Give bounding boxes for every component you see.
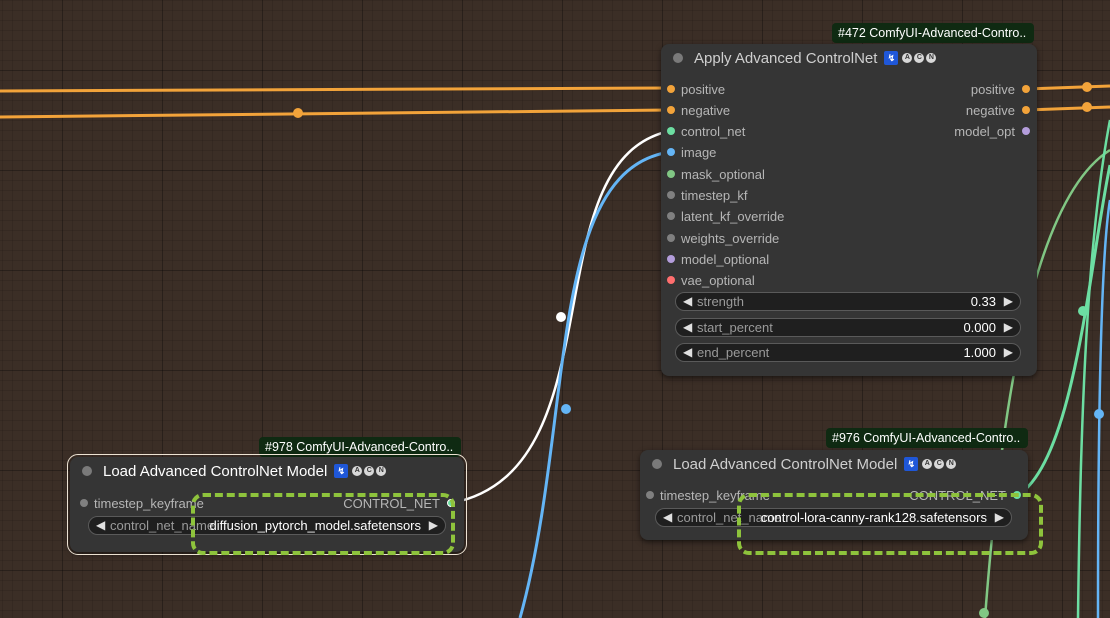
wire-image-in[interactable]	[518, 150, 671, 618]
badge-n-icon: N	[376, 466, 387, 476]
wire-negative-in[interactable]	[0, 108, 671, 119]
input-slot-negative-dot[interactable]	[667, 106, 675, 114]
wire-midpoint[interactable]	[1094, 409, 1104, 419]
wire-positive-out[interactable]	[1025, 84, 1110, 91]
input-slot-vae-optional-dot[interactable]	[667, 276, 675, 284]
input-slot-positive: positive	[681, 82, 726, 97]
previous-arrow-icon[interactable]: ◀	[663, 510, 672, 524]
node-976-title: Load Advanced ControlNet Model	[673, 455, 898, 473]
wire-negative-out[interactable]	[1025, 105, 1110, 112]
strength-label: strength	[697, 294, 744, 309]
highlight-annotation-978	[191, 493, 455, 555]
input-slot-image: image	[681, 145, 717, 160]
badge-a-icon: A	[902, 53, 913, 63]
output-slot-negative-dot[interactable]	[1022, 106, 1030, 114]
badge-c-icon: C	[364, 466, 375, 476]
wire-midpoint[interactable]	[1078, 306, 1088, 316]
badge-a-icon: A	[922, 459, 933, 469]
strength-value: 0.33	[970, 294, 996, 309]
input-slot-negative: negative	[681, 103, 731, 118]
input-slot-latent-kf-override-dot[interactable]	[667, 212, 675, 220]
node-976-header[interactable]: Load Advanced ControlNet Model ↯ A C N	[640, 450, 1028, 478]
wire-midpoint[interactable]	[1082, 102, 1092, 112]
input-slot-model-optional: model_optional	[681, 252, 770, 267]
output-slot-positive-dot[interactable]	[1022, 85, 1030, 93]
collapse-dot-icon[interactable]	[652, 459, 662, 469]
badge-n-icon: N	[926, 53, 937, 63]
badge-a-icon: A	[352, 466, 363, 476]
start-percent-widget[interactable]: ◀ start_percent 0.000 ▶	[675, 318, 1021, 337]
wire-midpoint[interactable]	[1082, 82, 1092, 92]
node-472-header[interactable]: Apply Advanced ControlNet ↯ A C N	[661, 44, 1037, 72]
increment-arrow-icon[interactable]: ▶	[1004, 320, 1013, 334]
start-percent-label: start_percent	[697, 320, 773, 335]
input-slot-control-net-dot[interactable]	[667, 127, 675, 135]
input-slot-mask-optional: mask_optional	[681, 167, 765, 182]
decrement-arrow-icon[interactable]: ◀	[683, 320, 692, 334]
input-slot-control-net: control_net	[681, 124, 746, 139]
input-slot-timestep-keyframe-dot[interactable]	[80, 499, 88, 507]
input-slot-timestep-keyframe-dot[interactable]	[646, 491, 654, 499]
output-slot-model-opt-dot[interactable]	[1022, 127, 1030, 135]
input-slot-weights-override-dot[interactable]	[667, 234, 675, 242]
end-percent-value: 1.000	[963, 345, 996, 360]
output-slot-model-opt: model_opt	[954, 124, 1015, 139]
input-slot-mask-optional-dot[interactable]	[667, 170, 675, 178]
increment-arrow-icon[interactable]: ▶	[1004, 294, 1013, 308]
wire-midpoint[interactable]	[556, 312, 566, 322]
wire-positive-in[interactable]	[0, 86, 671, 93]
strength-widget[interactable]: ◀ strength 0.33 ▶	[675, 292, 1021, 311]
input-slot-latent-kf-override: latent_kf_override	[681, 209, 785, 224]
input-slot-timestep-kf: timestep_kf	[681, 188, 748, 203]
input-slot-image-dot[interactable]	[667, 148, 675, 156]
custom-node-badge-icon: ↯	[884, 51, 899, 65]
wire-blue-right[interactable]	[1096, 199, 1110, 618]
decrement-arrow-icon[interactable]: ◀	[683, 345, 692, 359]
end-percent-label: end_percent	[697, 345, 770, 360]
node-472-id-tag: #472 ComfyUI-Advanced-Contro..	[832, 23, 1034, 43]
highlight-annotation-976	[737, 493, 1043, 555]
input-slot-model-optional-dot[interactable]	[667, 255, 675, 263]
node-978-id-tag: #978 ComfyUI-Advanced-Contro..	[259, 437, 461, 457]
input-slot-weights-override: weights_override	[681, 231, 780, 246]
node-976-id-tag: #976 ComfyUI-Advanced-Contro..	[826, 428, 1028, 448]
node-apply-advanced-controlnet[interactable]: Apply Advanced ControlNet ↯ A C N positi…	[661, 44, 1037, 376]
collapse-dot-icon[interactable]	[82, 466, 92, 476]
input-slot-vae-optional: vae_optional	[681, 273, 755, 288]
start-percent-value: 0.000	[963, 320, 996, 335]
input-slot-timestep-kf-dot[interactable]	[667, 191, 675, 199]
badge-c-icon: C	[914, 53, 925, 63]
output-slot-positive: positive	[970, 82, 1015, 97]
badge-n-icon: N	[946, 459, 957, 469]
wire-midpoint[interactable]	[979, 608, 989, 618]
node-472-title: Apply Advanced ControlNet	[694, 49, 878, 67]
wire-midpoint[interactable]	[293, 108, 303, 118]
previous-arrow-icon[interactable]: ◀	[96, 518, 105, 532]
input-slot-timestep-keyframe: timestep_keyframe	[94, 496, 204, 511]
decrement-arrow-icon[interactable]: ◀	[683, 294, 692, 308]
badge-c-icon: C	[934, 459, 945, 469]
collapse-dot-icon[interactable]	[673, 53, 683, 63]
output-slot-negative: negative	[965, 103, 1015, 118]
custom-node-badge-icon: ↯	[904, 457, 919, 471]
increment-arrow-icon[interactable]: ▶	[1004, 345, 1013, 359]
node-978-header[interactable]: Load Advanced ControlNet Model ↯ A C N	[70, 457, 464, 485]
input-slot-positive-dot[interactable]	[667, 85, 675, 93]
wire-midpoint[interactable]	[561, 404, 571, 414]
end-percent-widget[interactable]: ◀ end_percent 1.000 ▶	[675, 343, 1021, 362]
node-978-title: Load Advanced ControlNet Model	[103, 462, 328, 480]
custom-node-badge-icon: ↯	[334, 464, 349, 478]
